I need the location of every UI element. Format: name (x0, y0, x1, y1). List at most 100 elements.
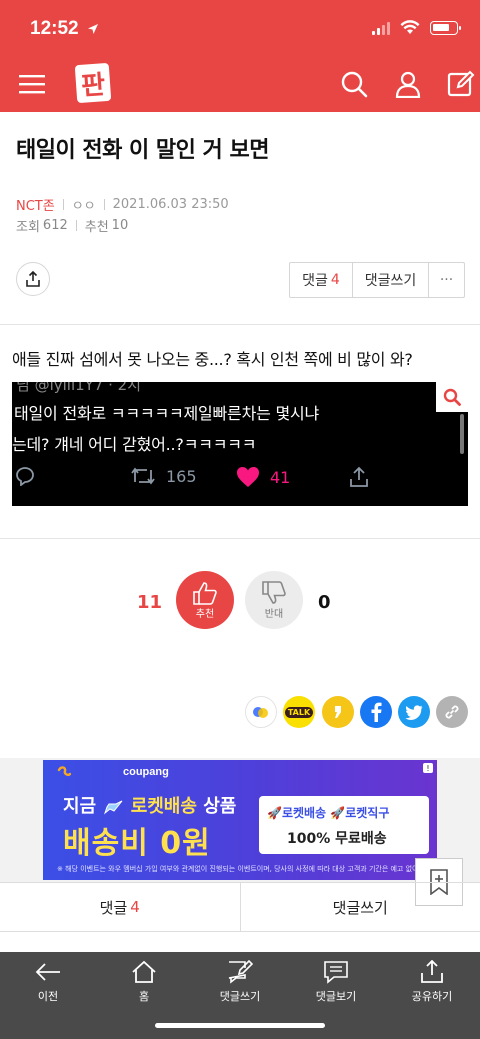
recommend-label: 추천 (84, 220, 109, 235)
pann-logo[interactable]: 판 (74, 62, 112, 104)
nav-write-comment[interactable]: 댓글쓰기 (192, 960, 288, 1004)
edit-icon (447, 70, 475, 97)
zoom-image-button[interactable] (436, 382, 468, 412)
comments-icon (324, 961, 348, 984)
ad-info-box: 🚀로켓배송 🚀로켓직구 100% 무료배송 (259, 796, 429, 854)
post-date: 2021.06.03 23:50 (112, 197, 229, 212)
share-icon (421, 960, 443, 983)
coupang-deco-icon (57, 766, 71, 776)
downvote-label: 반대 (264, 608, 284, 620)
nav-view-comments[interactable]: 댓글보기 (288, 960, 384, 1004)
heart-icon (237, 467, 259, 487)
nav-write-label: 댓글쓰기 (219, 990, 261, 1003)
tab-comments-label: 댓글 (99, 898, 128, 917)
search-button[interactable] (338, 68, 370, 100)
like-count: 41 (270, 467, 291, 487)
post-action-group: 댓글 4 댓글쓰기 ··· (289, 262, 465, 298)
upvote-button[interactable]: 추천 (176, 571, 234, 629)
nav-home-label: 홈 (138, 990, 150, 1003)
share-button[interactable] (16, 262, 50, 296)
thumbs-down-icon (262, 580, 286, 604)
home-icon (132, 960, 156, 983)
wifi-icon (400, 20, 420, 34)
retweet-count: 165 (166, 466, 197, 486)
search-icon (341, 71, 368, 98)
upvote-label: 추천 (195, 608, 215, 620)
kakaostory-icon (253, 707, 268, 718)
ad-box-line1: 🚀로켓배송 🚀로켓직구 (267, 806, 390, 820)
ad-fine-print: ※ 해당 이벤트는 와우 멤버십 가입 여부와 관계없이 진행되는 이벤트이며,… (57, 865, 437, 873)
kakaotalk-icon: TALK (284, 706, 314, 718)
battery-fill (433, 23, 449, 31)
nav-back[interactable]: 이전 (0, 960, 96, 1004)
rocket-icon (104, 800, 123, 815)
comments-count: 4 (330, 272, 340, 288)
views-count: 612 (42, 218, 68, 233)
nav-share-label: 공유하기 (411, 990, 453, 1003)
like-stat: 41 (236, 466, 290, 488)
post-meta: NCT존 ㅇㅇ 2021.06.03 23:50 (16, 195, 229, 214)
embedded-tweet-image: 님 @lylll1Y7 · 2시 태일이 전화로 ㅋㅋㅋㅋㅋ제일빠른차는 몇시냐… (12, 382, 468, 506)
retweet-stat: 165 (130, 466, 197, 486)
user-icon (395, 71, 421, 98)
tab-comments[interactable]: 댓글 4 (0, 883, 240, 931)
share-facebook-button[interactable] (360, 696, 392, 728)
magnifier-icon (443, 388, 461, 406)
facebook-icon (371, 702, 382, 722)
ad-headline-prefix: 지금 (63, 796, 97, 817)
post-category[interactable]: NCT존 (16, 195, 55, 214)
ad-info-badge[interactable]: ! (423, 763, 433, 773)
tweet-text-line1: 태일이 전화로 ㅋㅋㅋㅋㅋ제일빠른차는 몇시냐 (14, 404, 320, 423)
share-kakaostory-button[interactable] (245, 696, 277, 728)
status-icons (372, 20, 461, 35)
reply-icon (14, 466, 36, 486)
tab-comments-count: 4 (130, 898, 140, 916)
location-arrow-icon (87, 23, 98, 34)
hamburger-menu-icon (19, 75, 45, 94)
post-body: 애들 진짜 섬에서 못 나오는 중...? 혹시 인천 쪽에 비 많이 와? (12, 350, 413, 369)
views-label: 조회 (16, 220, 40, 235)
battery-icon (430, 20, 461, 35)
tweet-text-line2: 는데? 걔네 어디 갇혔어..?ㅋㅋㅋㅋㅋ (12, 435, 257, 454)
back-arrow-icon (35, 963, 60, 981)
retweet-icon (131, 467, 155, 485)
link-icon (445, 705, 459, 719)
more-button[interactable]: ··· (428, 263, 464, 297)
downvote-count: 0 (318, 592, 331, 613)
ad-brand: coupang (123, 766, 169, 778)
profile-button[interactable] (392, 68, 424, 100)
upvote-count: 11 (137, 592, 163, 613)
post-author: ㅇㅇ (71, 199, 96, 214)
ad-headline-highlight: 로켓배송 (130, 796, 197, 817)
comments-button[interactable]: 댓글 4 (290, 263, 352, 297)
post-title: 태일이 전화 이 말인 거 보면 (16, 138, 269, 163)
copy-link-button[interactable] (436, 696, 468, 728)
share-kakao-button[interactable] (322, 696, 354, 728)
share-twitter-button[interactable] (398, 696, 430, 728)
menu-button[interactable] (16, 68, 48, 100)
share-kakaotalk-button[interactable]: TALK (283, 696, 315, 728)
nav-home[interactable]: 홈 (96, 960, 192, 1004)
comment-tab-bar: 댓글 4 댓글쓰기 (0, 882, 480, 932)
nav-share[interactable]: 공유하기 (384, 960, 480, 1004)
share-icon (26, 271, 40, 287)
ad-box-line2: 100% 무료배송 (287, 831, 387, 847)
post-stats: 조회 612 추천 10 (16, 216, 128, 235)
quote-mark-icon (335, 706, 341, 718)
comments-label: 댓글 (302, 273, 328, 289)
tweet-handle: 님 @lylll1Y7 · 2시 (16, 382, 142, 394)
recommend-count: 10 (111, 218, 129, 233)
tab-write-comment[interactable]: 댓글쓰기 (239, 883, 480, 931)
coupang-ad-banner[interactable]: coupang ! 지금 로켓배송 상품 배송비 0원 🚀로켓배송 🚀로켓직구 … (43, 760, 437, 880)
divider (0, 324, 480, 325)
thumbs-up-icon (193, 581, 217, 605)
app-header: 판 (0, 56, 480, 112)
divider (0, 538, 480, 539)
nav-view-label: 댓글보기 (315, 990, 357, 1003)
write-comment-button[interactable]: 댓글쓰기 (352, 263, 428, 297)
downvote-button[interactable]: 반대 (245, 571, 303, 629)
status-time: 12:52 (30, 18, 99, 40)
ad-headline: 지금 로켓배송 상품 (63, 792, 236, 818)
nav-back-label: 이전 (37, 990, 59, 1003)
write-button[interactable] (445, 68, 477, 100)
